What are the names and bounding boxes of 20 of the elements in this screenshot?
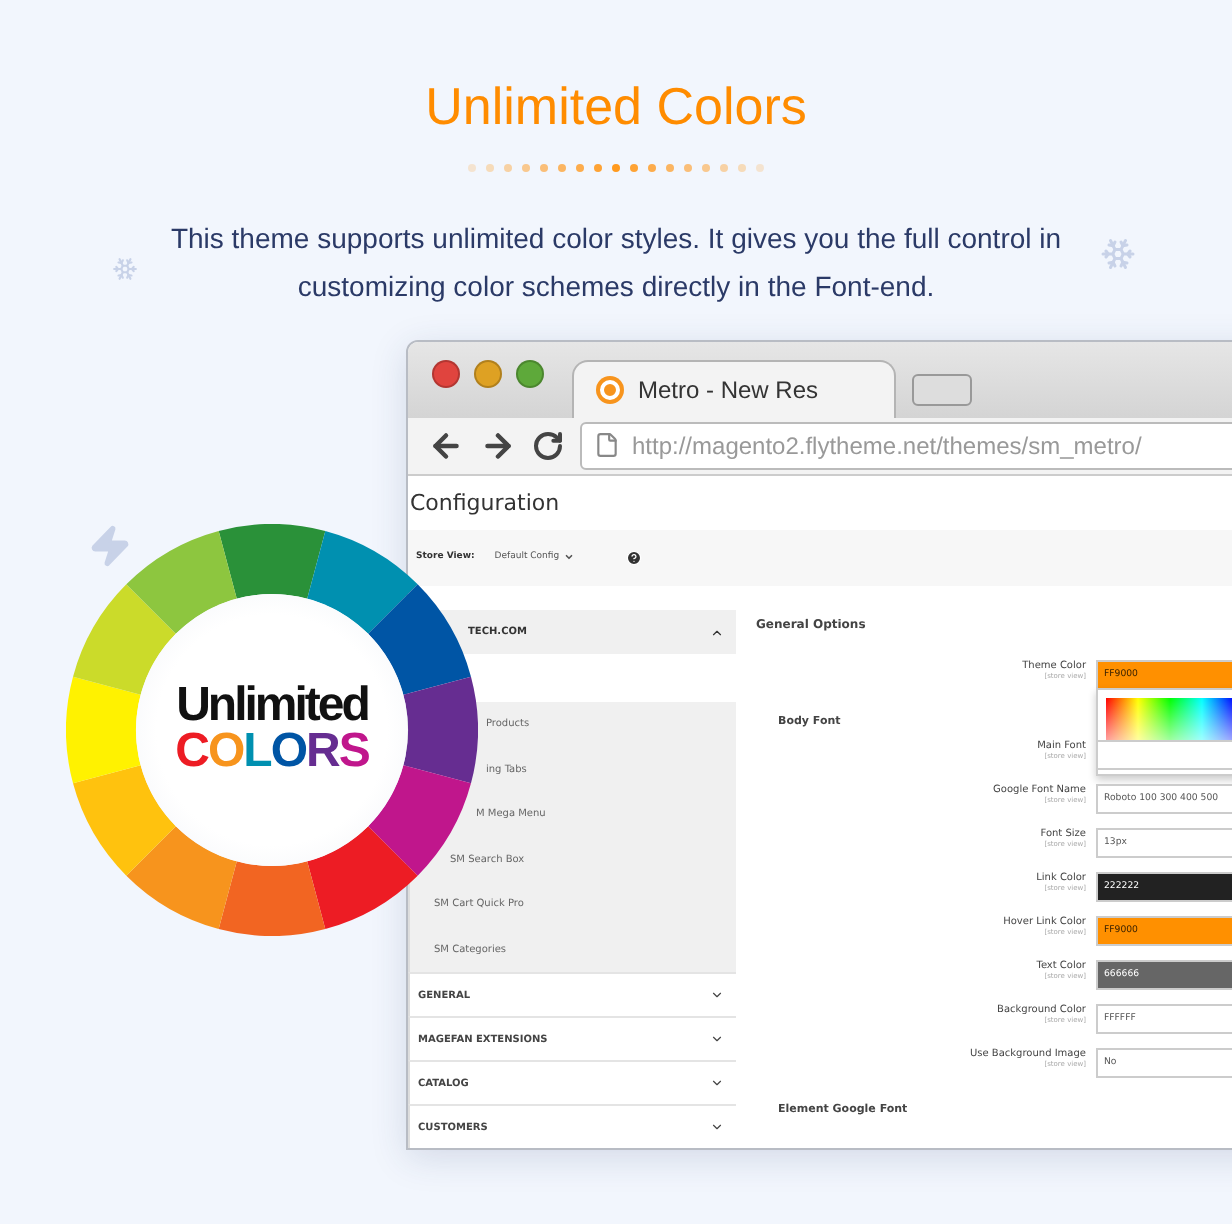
caret-icon (563, 552, 574, 563)
logo-colors-word: COLORS (175, 728, 369, 776)
logo-icon (594, 373, 626, 406)
section-title: Unlimited Colors (425, 74, 807, 140)
minimize-icon[interactable] (474, 359, 502, 388)
lightning-icon (88, 524, 132, 568)
description-text: This theme supports unlimited color styles. It gives you the full control in customizing color schemes directly in the Font-end. (168, 220, 1064, 306)
help-icon[interactable] (625, 549, 642, 566)
reload-icon[interactable] (532, 429, 564, 462)
page-icon (594, 432, 620, 459)
maximize-icon[interactable] (516, 359, 544, 388)
snowflake-icon (112, 256, 138, 282)
input-field[interactable] (1096, 740, 1232, 770)
browser-tab[interactable]: Metro - New Res (572, 359, 896, 418)
page-title: Configuration (408, 487, 562, 520)
snowflake-icon (1100, 236, 1136, 272)
logo-word: Unlimited (176, 684, 368, 728)
close-icon[interactable] (432, 359, 460, 388)
back-icon[interactable] (428, 427, 464, 464)
forward-icon[interactable] (480, 427, 516, 464)
